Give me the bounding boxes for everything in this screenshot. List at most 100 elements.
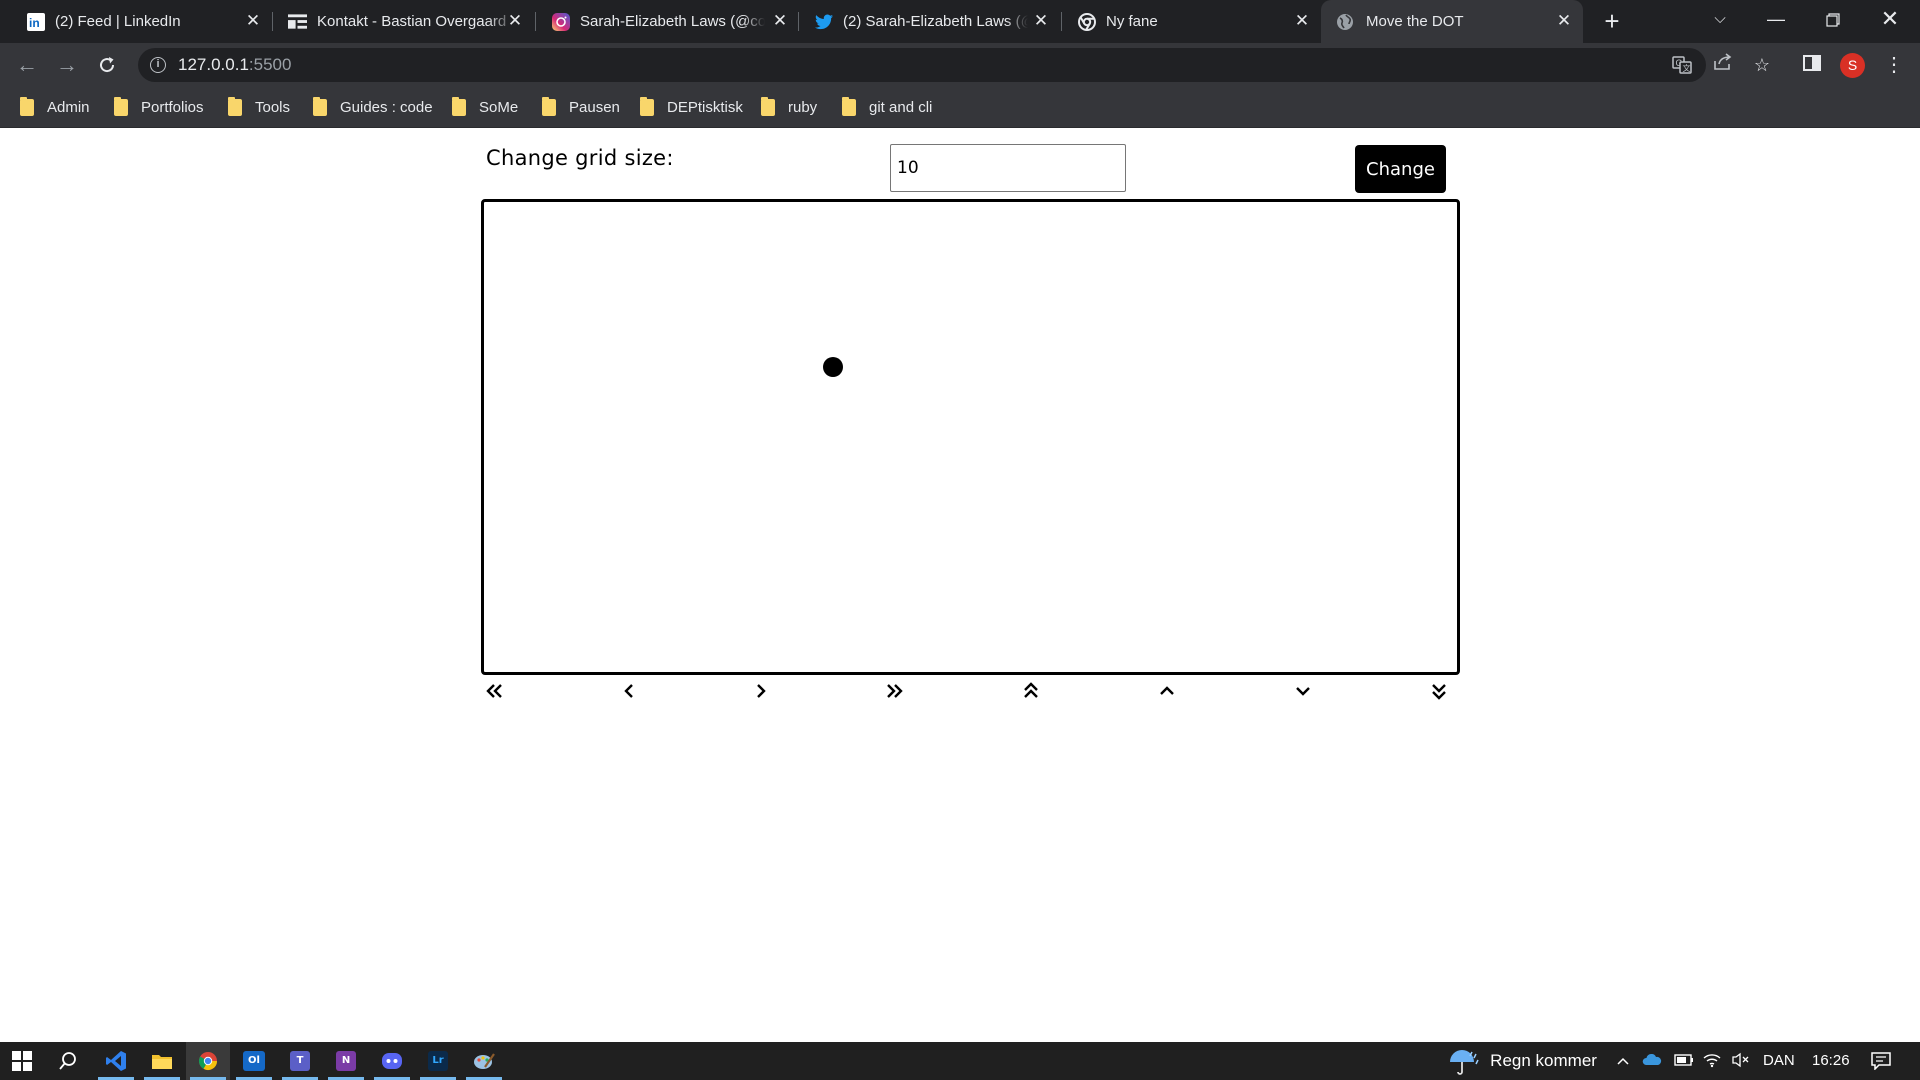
move-left-button[interactable] xyxy=(615,677,643,705)
more-menu-icon[interactable]: ⋮ xyxy=(1882,53,1906,77)
bookmark-label: git and cli xyxy=(869,99,933,116)
taskbar-chrome[interactable] xyxy=(186,1042,230,1080)
chevron-down-icon xyxy=(1296,687,1310,696)
windows-start-icon[interactable] xyxy=(0,1042,44,1080)
bookmark-label: Portfolios xyxy=(141,99,204,116)
tab-title: (2) Feed | LinkedIn xyxy=(55,13,181,30)
chevron-up-icon[interactable] xyxy=(1614,1052,1632,1070)
bookmark-label: Admin xyxy=(47,99,90,116)
instagram-icon xyxy=(551,12,570,31)
dot xyxy=(822,356,843,377)
translate-icon[interactable]: G文 xyxy=(1669,56,1695,76)
page-content: Change grid size: Change xyxy=(0,128,1920,1042)
bookmark-guides-code[interactable]: Guides : code xyxy=(313,87,433,128)
bookmark-ruby[interactable]: ruby xyxy=(761,87,817,128)
jump-right-button[interactable] xyxy=(880,677,908,705)
bookmark-portfolios[interactable]: Portfolios xyxy=(114,87,204,128)
bookmark-tools[interactable]: Tools xyxy=(228,87,290,128)
close-icon[interactable]: ✕ xyxy=(505,11,525,31)
bookmark-star-icon[interactable]: ☆ xyxy=(1750,53,1774,77)
jump-left-button[interactable] xyxy=(481,677,509,705)
outlook-icon: Ol xyxy=(243,1051,265,1071)
weather-widget[interactable]: Regn kommer xyxy=(1448,1042,1597,1080)
forward-arrow-icon[interactable]: → xyxy=(52,50,82,80)
close-icon[interactable]: ✕ xyxy=(770,11,790,31)
vscode-icon xyxy=(106,1051,126,1071)
taskbar-lightroom[interactable]: Lr xyxy=(416,1042,460,1080)
bookmark-label: SoMe xyxy=(479,99,519,116)
bookmark-admin[interactable]: Admin xyxy=(20,87,90,128)
search-icon[interactable] xyxy=(46,1042,90,1080)
jump-up-button[interactable] xyxy=(1017,677,1045,705)
taskbar-onenote[interactable]: N xyxy=(324,1042,368,1080)
chrome-icon xyxy=(198,1052,217,1071)
tab-new[interactable]: Ny fane ✕ xyxy=(1051,0,1323,43)
tab-title: Sarah-Elizabeth Laws (@coc xyxy=(580,13,765,30)
move-down-button[interactable] xyxy=(1289,677,1317,705)
chevron-left-icon xyxy=(624,684,633,698)
grid-size-label: Change grid size: xyxy=(486,146,674,170)
bookmarks-bar: Admin Portfolios Tools Guides : code SoM… xyxy=(0,87,1920,128)
close-icon[interactable]: ✕ xyxy=(1031,11,1051,31)
tab-strip: in (2) Feed | LinkedIn ✕ Kontakt - Basti… xyxy=(0,0,1920,43)
move-up-button[interactable] xyxy=(1153,677,1181,705)
bookmark-deptisktisk[interactable]: DEPtisktisk xyxy=(640,87,743,128)
close-icon[interactable]: ✕ xyxy=(1292,11,1312,31)
reload-icon[interactable] xyxy=(92,50,122,80)
tab-twitter[interactable]: (2) Sarah-Elizabeth Laws (@ ✕ xyxy=(788,0,1060,43)
profile-avatar[interactable]: S xyxy=(1840,53,1865,78)
taskbar-discord[interactable] xyxy=(370,1042,414,1080)
lightroom-icon: Lr xyxy=(428,1051,448,1071)
input-language[interactable]: DAN xyxy=(1763,1042,1795,1080)
twitter-icon xyxy=(814,12,833,31)
folder-icon xyxy=(114,97,128,116)
url-port: :5500 xyxy=(248,55,292,74)
side-panel-icon[interactable] xyxy=(1800,53,1824,77)
bookmark-some[interactable]: SoMe xyxy=(452,87,518,128)
onedrive-cloud-icon[interactable] xyxy=(1641,1052,1663,1070)
svg-text:文: 文 xyxy=(1683,63,1691,73)
restore-button[interactable] xyxy=(1805,0,1861,40)
url-host: 127.0.0.1 xyxy=(178,55,249,74)
bookmark-git-and-cli[interactable]: git and cli xyxy=(842,87,932,128)
taskbar-vscode[interactable] xyxy=(94,1042,138,1080)
bookmark-label: DEPtisktisk xyxy=(667,99,743,116)
clock[interactable]: 16:26 xyxy=(1812,1042,1850,1080)
battery-icon[interactable] xyxy=(1673,1052,1695,1070)
share-icon[interactable] xyxy=(1711,53,1735,77)
new-tab-button[interactable]: + xyxy=(1598,7,1626,35)
folder-icon xyxy=(640,97,654,116)
tab-title: Ny fane xyxy=(1106,13,1158,30)
close-icon[interactable]: ✕ xyxy=(243,11,263,31)
move-right-button[interactable] xyxy=(747,677,775,705)
back-arrow-icon[interactable]: ← xyxy=(12,50,42,80)
taskbar-paint[interactable] xyxy=(462,1042,506,1080)
change-button[interactable]: Change xyxy=(1355,145,1446,193)
address-url: 127.0.0.1:5500 xyxy=(178,48,291,82)
discord-icon xyxy=(382,1053,402,1069)
tab-linkedin[interactable]: in (2) Feed | LinkedIn ✕ xyxy=(0,0,272,43)
close-icon[interactable]: ✕ xyxy=(1554,11,1574,31)
taskbar-file-explorer[interactable] xyxy=(140,1042,184,1080)
wifi-icon[interactable] xyxy=(1703,1052,1721,1070)
bookmark-pausen[interactable]: Pausen xyxy=(542,87,620,128)
tab-title: (2) Sarah-Elizabeth Laws (@ xyxy=(843,13,1028,30)
site-info-icon[interactable]: i xyxy=(150,57,166,73)
jump-down-button[interactable] xyxy=(1425,677,1453,705)
tab-kontakt[interactable]: Kontakt - Bastian Overgaard ✕ xyxy=(262,0,534,43)
game-board xyxy=(481,199,1460,675)
bookmark-label: Pausen xyxy=(569,99,620,116)
volume-muted-icon[interactable] xyxy=(1731,1052,1749,1070)
taskbar-outlook[interactable]: Ol xyxy=(232,1042,276,1080)
tab-instagram[interactable]: Sarah-Elizabeth Laws (@coc ✕ xyxy=(525,0,797,43)
grid-size-input[interactable] xyxy=(890,144,1126,192)
address-bar[interactable]: i 127.0.0.1:5500 G文 xyxy=(138,48,1706,82)
folder-icon xyxy=(761,97,775,116)
tab-move-the-dot[interactable]: Move the DOT ✕ xyxy=(1321,0,1583,43)
notification-center-icon[interactable] xyxy=(1870,1052,1892,1071)
close-window-button[interactable]: ✕ xyxy=(1862,0,1918,40)
minimize-button[interactable]: — xyxy=(1748,0,1804,40)
taskbar-teams[interactable]: T xyxy=(278,1042,322,1080)
double-chevron-right-icon xyxy=(887,684,903,698)
tab-search-chevron-down-icon[interactable]: ⌵ xyxy=(1692,0,1748,40)
